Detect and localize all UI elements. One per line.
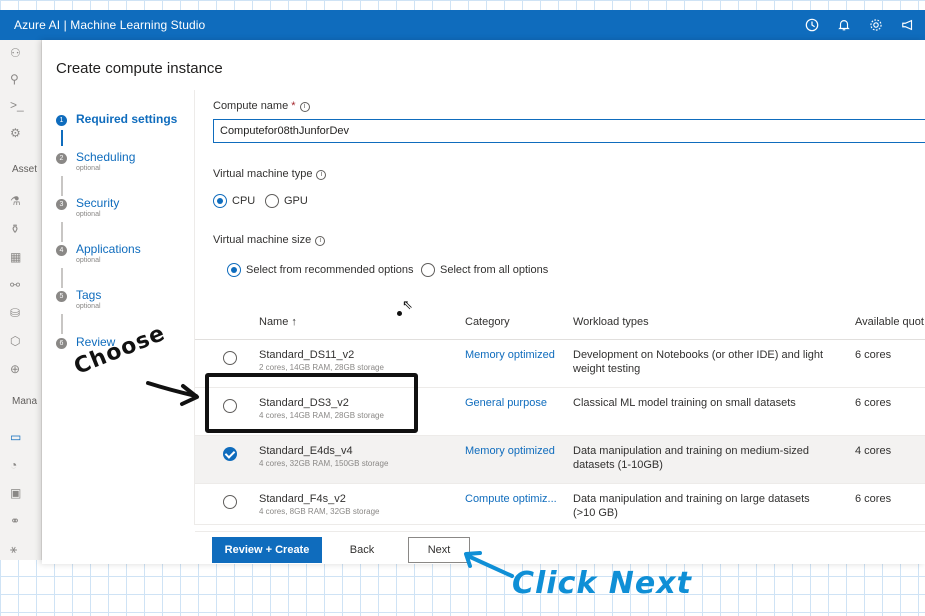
nav-icon[interactable]: ⚙ [10, 126, 26, 142]
vm-workload: Classical ML model training on small dat… [573, 397, 796, 409]
step-number: 5 [56, 291, 67, 302]
info-icon[interactable]: i [316, 170, 327, 180]
vm-size-all-radio[interactable]: Select from all options [421, 263, 548, 277]
annotation-click-next: Click Next [512, 566, 692, 601]
top-bar: Azure AI | Machine Learning Studio [0, 10, 925, 40]
vm-workload: Development on Notebooks (or other IDE) … [573, 349, 824, 375]
review-create-button[interactable]: Review + Create [212, 537, 322, 563]
info-icon[interactable]: i [299, 102, 310, 112]
vm-quota: 6 cores [855, 349, 892, 361]
radio-icon[interactable] [265, 194, 279, 208]
nav-icon[interactable]: ⚲ [10, 72, 26, 88]
column-header-name[interactable]: Name ↑ [259, 316, 297, 328]
bell-icon[interactable] [835, 16, 853, 34]
step-label: Tags optional [76, 288, 102, 310]
table-header: Name ↑ Category Workload types Available… [195, 300, 925, 340]
clock-icon[interactable] [803, 16, 821, 34]
pen-dot [397, 311, 402, 316]
vm-category: Memory optimized [465, 349, 555, 361]
back-button[interactable]: Back [334, 537, 390, 563]
gear-icon[interactable] [867, 16, 885, 34]
column-header-workload[interactable]: Workload types [573, 316, 649, 328]
step-connector [61, 222, 63, 242]
vm-workload: Data manipulation and training on large … [573, 493, 810, 519]
radio-selected-icon[interactable] [227, 263, 241, 277]
info-icon[interactable]: i [315, 236, 326, 246]
vm-workload: Data manipulation and training on medium… [573, 445, 810, 471]
compute-name-input[interactable] [213, 119, 925, 143]
model-icon[interactable]: ⬡ [10, 334, 26, 350]
checkmark-icon[interactable] [223, 447, 237, 465]
radio-icon[interactable] [421, 263, 435, 277]
topbar-icons [803, 10, 917, 40]
step-label: Scheduling optional [76, 150, 136, 172]
step-connector [61, 130, 63, 146]
step-label: Security optional [76, 196, 120, 218]
left-nav-rail: ⚇ ⚲ >_ ⚙ Asset ⚗ ⚱ ▦ ⚯ ⛁ ⬡ ⊕ Mana ▭ ◔ ▣ … [0, 40, 42, 560]
terminal-icon[interactable]: >_ [10, 98, 26, 114]
panel-footer: Review + Create Back Next [194, 524, 925, 564]
step-security[interactable]: 3 Security optional [56, 196, 119, 219]
app-title[interactable]: Azure AI | Machine Learning Studio [14, 18, 205, 32]
vm-quota: 6 cores [855, 397, 892, 409]
step-number: 3 [56, 199, 67, 210]
step-number: 2 [56, 153, 67, 164]
megaphone-icon[interactable] [899, 16, 917, 34]
vm-type-label: Virtual machine type i [213, 168, 327, 180]
step-number: 1 [56, 115, 67, 126]
vm-type-gpu-radio[interactable]: GPU [265, 194, 308, 208]
form-content: Compute name *i Virtual machine typei CP… [194, 90, 925, 532]
vm-name: Standard_E4ds_v4 4 cores, 32GB RAM, 150GB… [259, 445, 389, 468]
row-radio[interactable] [223, 495, 237, 510]
vm-size-recommended-radio[interactable]: Select from recommended options [227, 263, 414, 277]
vm-category: Memory optimized [465, 445, 555, 457]
compute-icon[interactable]: ▭ [10, 430, 26, 446]
step-connector [61, 268, 63, 288]
annotation-highlight-box [205, 373, 418, 433]
flask-icon[interactable]: ⚗ [10, 194, 26, 210]
nav-section-manage: Mana [12, 396, 38, 407]
mouse-cursor-icon: ⇖ [402, 297, 413, 312]
radio-selected-icon[interactable] [213, 194, 227, 208]
vm-quota: 4 cores [855, 445, 892, 457]
endpoint-icon[interactable]: ⊕ [10, 362, 26, 378]
vm-name: Standard_F4s_v2 4 cores, 8GB RAM, 32GB st… [259, 493, 380, 516]
components-icon[interactable]: ▦ [10, 250, 26, 266]
panel-title: Create compute instance [56, 60, 223, 77]
step-required-settings[interactable]: 1 Required settings [56, 112, 177, 127]
create-compute-panel: Create compute instance 1 Required setti… [42, 40, 925, 564]
step-applications[interactable]: 4 Applications optional [56, 242, 141, 265]
monitor-icon[interactable]: ◔ [10, 458, 26, 474]
step-label: Required settings [76, 112, 178, 126]
step-scheduling[interactable]: 2 Scheduling optional [56, 150, 135, 173]
vm-category: General purpose [465, 397, 547, 409]
data-icon[interactable]: ⛁ [10, 306, 26, 322]
row-radio[interactable] [223, 351, 237, 366]
compute-name-label: Compute name * i [213, 100, 310, 112]
step-tags[interactable]: 5 Tags optional [56, 288, 101, 311]
beaker-icon[interactable]: ⚱ [10, 222, 26, 238]
table-row-selected[interactable]: Standard_E4ds_v4 4 cores, 32GB RAM, 150GB… [195, 436, 925, 484]
column-header-category[interactable]: Category [465, 316, 510, 328]
step-number: 4 [56, 245, 67, 256]
datastore-icon[interactable]: ▣ [10, 486, 26, 502]
pipeline-icon[interactable]: ⚯ [10, 278, 26, 294]
step-connector [61, 176, 63, 196]
vm-quota: 6 cores [855, 493, 892, 505]
vm-name: Standard_DS11_v2 2 cores, 14GB RAM, 28GB … [259, 349, 384, 372]
next-button[interactable]: Next [408, 537, 470, 563]
vm-size-label: Virtual machine size i [213, 234, 326, 246]
column-header-quota[interactable]: Available quot [855, 316, 924, 328]
nav-icon[interactable]: ⚇ [10, 46, 26, 62]
wizard-steps: 1 Required settings 2 Scheduling optional… [42, 90, 194, 564]
vm-category: Compute optimiz... [465, 493, 557, 505]
vm-type-cpu-radio[interactable]: CPU [213, 194, 255, 208]
step-connector [61, 314, 63, 334]
step-label: Applications optional [76, 242, 141, 264]
connection-icon[interactable]: ⚹ [10, 542, 26, 558]
nav-section-assets: Asset [12, 164, 38, 175]
link-icon[interactable]: ⚭ [10, 514, 26, 530]
step-number: 6 [56, 338, 67, 349]
